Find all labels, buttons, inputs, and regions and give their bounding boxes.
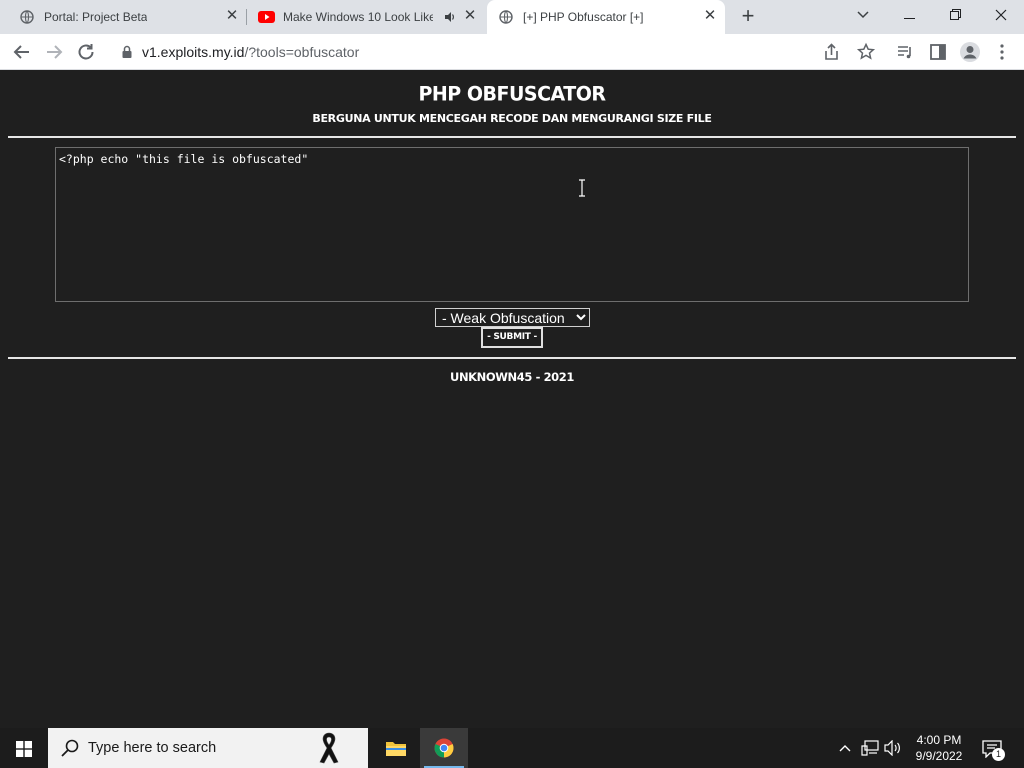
bookmark-star-icon[interactable]: [856, 40, 876, 64]
notification-badge: 1: [992, 748, 1005, 761]
taskbar-search-box[interactable]: Type here to search: [48, 728, 368, 768]
network-icon[interactable]: [861, 740, 879, 756]
forward-arrow-icon[interactable]: [42, 40, 66, 64]
taskbar-file-explorer[interactable]: [372, 728, 420, 768]
submit-button[interactable]: - SUBMIT -: [481, 327, 543, 348]
share-icon[interactable]: [822, 40, 842, 64]
side-panel-icon[interactable]: [928, 40, 948, 64]
search-placeholder: Type here to search: [88, 740, 217, 756]
page-content: PHP OBFUSCATOR BERGUNA UNTUK MENCEGAH RE…: [0, 71, 1024, 728]
close-icon[interactable]: ✕: [224, 8, 240, 24]
minimize-icon: [903, 18, 915, 19]
volume-icon[interactable]: [884, 740, 902, 756]
clock-date: 9/9/2022: [915, 749, 963, 763]
notifications-button[interactable]: 1: [982, 728, 1005, 768]
browser-tab-strip: Portal: Project Beta ✕ Make Windows 10 L…: [0, 0, 1024, 34]
page-title: PHP OBFUSCATOR: [418, 82, 606, 106]
tab-title: Portal: Project Beta: [44, 10, 148, 24]
search-icon: [61, 739, 79, 757]
speaker-icon[interactable]: [444, 11, 456, 23]
menu-kebab-icon[interactable]: [992, 40, 1012, 64]
close-icon: [995, 9, 1007, 21]
start-button[interactable]: [0, 728, 48, 768]
tab-title: Make Windows 10 Look Like: [283, 10, 433, 24]
taskbar-clock[interactable]: 4:00 PM 9/9/2022: [908, 732, 970, 764]
chrome-icon: [434, 738, 454, 758]
page-subtitle: BERGUNA UNTUK MENCEGAH RECODE DAN MENGUR…: [312, 112, 712, 125]
folder-icon: [386, 742, 406, 756]
url-text: v1.exploits.my.id/?tools=obfuscator: [142, 44, 359, 60]
tab-portal[interactable]: Portal: Project Beta ✕: [0, 0, 246, 34]
php-code-input[interactable]: <?php echo "this file is obfuscated": [55, 147, 969, 302]
url-path: /?tools=obfuscator: [244, 44, 360, 60]
tab-search-chevron-icon[interactable]: [856, 10, 870, 20]
divider-top: [8, 136, 1016, 138]
media-controls-icon[interactable]: [895, 40, 915, 64]
clock-time: 4:00 PM: [916, 733, 962, 747]
minimize-button[interactable]: [886, 0, 932, 32]
lock-icon[interactable]: [120, 45, 134, 59]
black-ribbon-icon: [319, 732, 339, 764]
windows-taskbar: Type here to search 4:00 PM 9/9/2022 1: [0, 728, 1024, 768]
windows-logo-icon: [16, 741, 32, 757]
footer-credit: UNKNOWN45 - 2021: [450, 370, 574, 384]
browser-toolbar: v1.exploits.my.id/?tools=obfuscator: [0, 34, 1024, 70]
url-host: v1.exploits.my.id: [142, 44, 245, 60]
chevron-up-icon[interactable]: [838, 741, 852, 755]
globe-icon: [499, 10, 513, 24]
text-cursor-icon: [579, 179, 585, 197]
restore-button[interactable]: [932, 0, 978, 32]
new-tab-button[interactable]: +: [737, 5, 759, 28]
back-arrow-icon[interactable]: [10, 40, 34, 64]
tab-separator: [246, 9, 247, 25]
divider-bottom: [8, 357, 1016, 359]
obfuscation-mode-select[interactable]: - Weak Obfuscation: [435, 308, 590, 327]
restore-icon: [949, 9, 961, 20]
reload-icon[interactable]: [74, 40, 98, 64]
close-icon[interactable]: ✕: [702, 8, 718, 24]
profile-avatar-icon[interactable]: [958, 40, 982, 64]
close-window-button[interactable]: [978, 0, 1024, 32]
tab-title: [+] PHP Obfuscator [+]: [523, 10, 644, 24]
globe-icon: [20, 10, 34, 24]
taskbar-chrome[interactable]: [420, 728, 468, 768]
tab-php-obfuscator[interactable]: [+] PHP Obfuscator [+] ✕: [487, 0, 725, 34]
close-icon[interactable]: ✕: [462, 8, 478, 24]
address-bar[interactable]: v1.exploits.my.id/?tools=obfuscator: [108, 38, 886, 66]
youtube-icon: [258, 11, 275, 23]
tab-youtube[interactable]: Make Windows 10 Look Like ✕: [248, 0, 486, 34]
